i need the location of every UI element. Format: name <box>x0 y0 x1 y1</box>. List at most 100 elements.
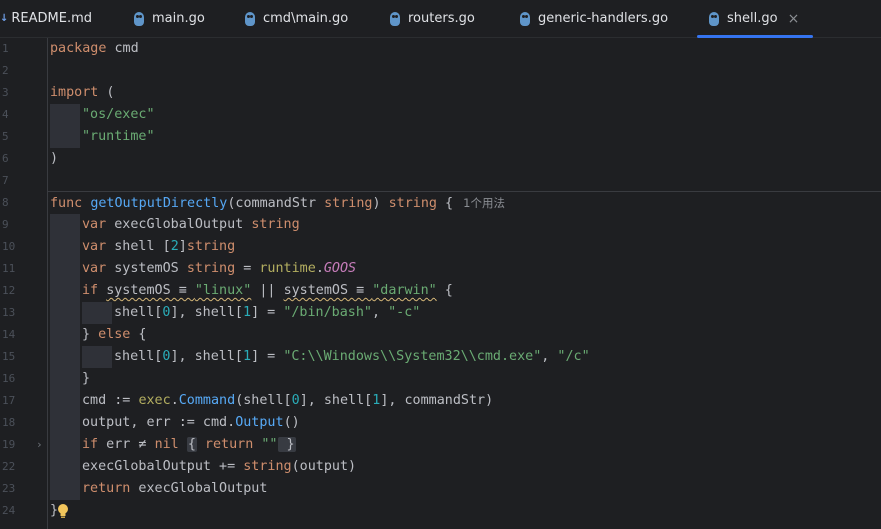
tab-label: README.md <box>11 11 93 26</box>
warning-highlight: systemOS ≡ "linux" <box>106 283 251 298</box>
string-literal: "C:\\Windows\\System32\\cmd.exe" <box>283 349 542 364</box>
code-line: 6 ) <box>0 148 881 170</box>
type-name: string <box>251 217 300 232</box>
function-call: Output <box>235 415 284 430</box>
indent-guide <box>50 258 80 280</box>
code-line: 14 } else { <box>0 324 881 346</box>
code-text: ] = <box>251 349 284 364</box>
string-literal: "/bin/bash" <box>283 305 372 320</box>
indent-guide <box>50 434 80 456</box>
code-text: . <box>170 393 179 408</box>
type-name: string <box>324 196 373 211</box>
tab-readme-md[interactable]: ↓ README.md <box>0 0 92 37</box>
code-text: ] <box>178 239 187 254</box>
tab-routers-go[interactable]: routers.go <box>390 0 475 37</box>
folded-region[interactable]: } <box>277 437 296 452</box>
indent-guide <box>50 236 80 258</box>
line-number: 10 <box>2 240 16 253</box>
line-number: 23 <box>2 482 16 495</box>
tab-label: shell.go <box>727 11 778 26</box>
code-line: 17 cmd := exec.Command(shell[0], shell[1… <box>0 390 881 412</box>
type-name: string <box>186 239 236 254</box>
function-name: getOutputDirectly <box>90 196 228 211</box>
keyword: nil <box>154 437 179 452</box>
indent-guide <box>50 412 80 434</box>
string-literal: "/c" <box>557 349 590 364</box>
fold-expand-icon[interactable]: › <box>36 434 43 456</box>
number-literal: 0 <box>291 393 300 408</box>
line-number: 18 <box>2 416 16 429</box>
code-text: || <box>251 283 284 298</box>
indent-guide <box>50 368 80 390</box>
string-literal: "runtime" <box>82 129 155 144</box>
keyword: return <box>196 437 262 452</box>
go-file-icon <box>709 11 719 26</box>
folded-region[interactable]: { <box>186 437 197 452</box>
code-editor[interactable]: 1 package cmd 2 3 import ( 4 "os/exec" 5… <box>0 38 881 529</box>
number-literal: 1 <box>243 305 252 320</box>
indent-guide <box>50 456 80 478</box>
string-literal: "" <box>261 437 278 452</box>
code-text: ], commandStr) <box>380 393 494 408</box>
code-text: ] = <box>251 305 284 320</box>
code-line: 7 <box>0 170 881 192</box>
code-line: 13 shell[0], shell[1] = "/bin/bash", "-c… <box>0 302 881 324</box>
keyword: import <box>50 85 99 100</box>
line-number: 13 <box>2 306 16 319</box>
code-line: 5 "runtime" <box>0 126 881 148</box>
code-text: shell [ <box>106 239 171 254</box>
code-text: } <box>82 327 99 342</box>
code-line: 23 return execGlobalOutput <box>0 478 881 500</box>
tab-label: generic-handlers.go <box>538 11 669 26</box>
line-number: 5 <box>2 130 9 143</box>
line-number: 24 <box>2 504 16 517</box>
line-number: 9 <box>2 218 9 231</box>
indent-guide <box>50 346 80 368</box>
lightbulb-icon[interactable] <box>57 503 69 519</box>
close-tab-icon[interactable]: × <box>788 11 800 27</box>
indent-guide <box>50 280 80 302</box>
line-number: 4 <box>2 108 9 121</box>
go-file-icon <box>245 11 255 26</box>
code-line: 8 func getOutputDirectly(commandStr stri… <box>0 192 881 214</box>
code-text: cmd := <box>82 393 139 408</box>
keyword: func <box>50 196 83 211</box>
code-text: ], shell[ <box>299 393 373 408</box>
line-number: 16 <box>2 372 16 385</box>
tab-generic-handlers-go[interactable]: generic-handlers.go <box>520 0 668 37</box>
code-text: shell[ <box>114 349 163 364</box>
code-text: shell[ <box>114 305 163 320</box>
code-text: = <box>235 261 260 276</box>
indent-guide <box>50 390 80 412</box>
indent-guide <box>50 214 80 236</box>
usage-hint[interactable]: 1个用法 <box>463 196 505 210</box>
number-literal: 2 <box>170 239 179 254</box>
indent-guide <box>50 302 80 324</box>
package-name: cmd <box>114 41 139 56</box>
line-number: 8 <box>2 196 9 209</box>
code-text: ], shell[ <box>170 349 243 364</box>
line-number: 6 <box>2 152 9 165</box>
code-line: 15 shell[0], shell[1] = "C:\\Windows\\Sy… <box>0 346 881 368</box>
code-text: () <box>283 415 300 430</box>
code-text: , <box>541 349 558 364</box>
tab-main-go[interactable]: main.go <box>134 0 205 37</box>
keyword: var <box>82 217 107 232</box>
indent-guide <box>82 346 112 368</box>
code-text: ) <box>50 151 59 166</box>
code-line: 12 if systemOS ≡ "linux" || systemOS ≡ "… <box>0 280 881 302</box>
indent-guide <box>50 126 80 148</box>
indent-guide <box>82 302 112 324</box>
line-number: 14 <box>2 328 16 341</box>
tab-shell-go[interactable]: shell.go × <box>697 0 814 38</box>
string-literal: "linux" <box>194 283 252 298</box>
code-line: 18 output, err := cmd.Output() <box>0 412 881 434</box>
code-line: 19 › if err ≠ nil { return "" } <box>0 434 881 456</box>
line-number: 2 <box>2 64 9 77</box>
string-literal: "os/exec" <box>82 107 155 122</box>
keyword: if <box>82 437 99 452</box>
package-ref: exec <box>138 393 171 408</box>
code-line: 22 execGlobalOutput += string(output) <box>0 456 881 478</box>
tab-cmd-main-go[interactable]: cmd\main.go <box>245 0 348 37</box>
